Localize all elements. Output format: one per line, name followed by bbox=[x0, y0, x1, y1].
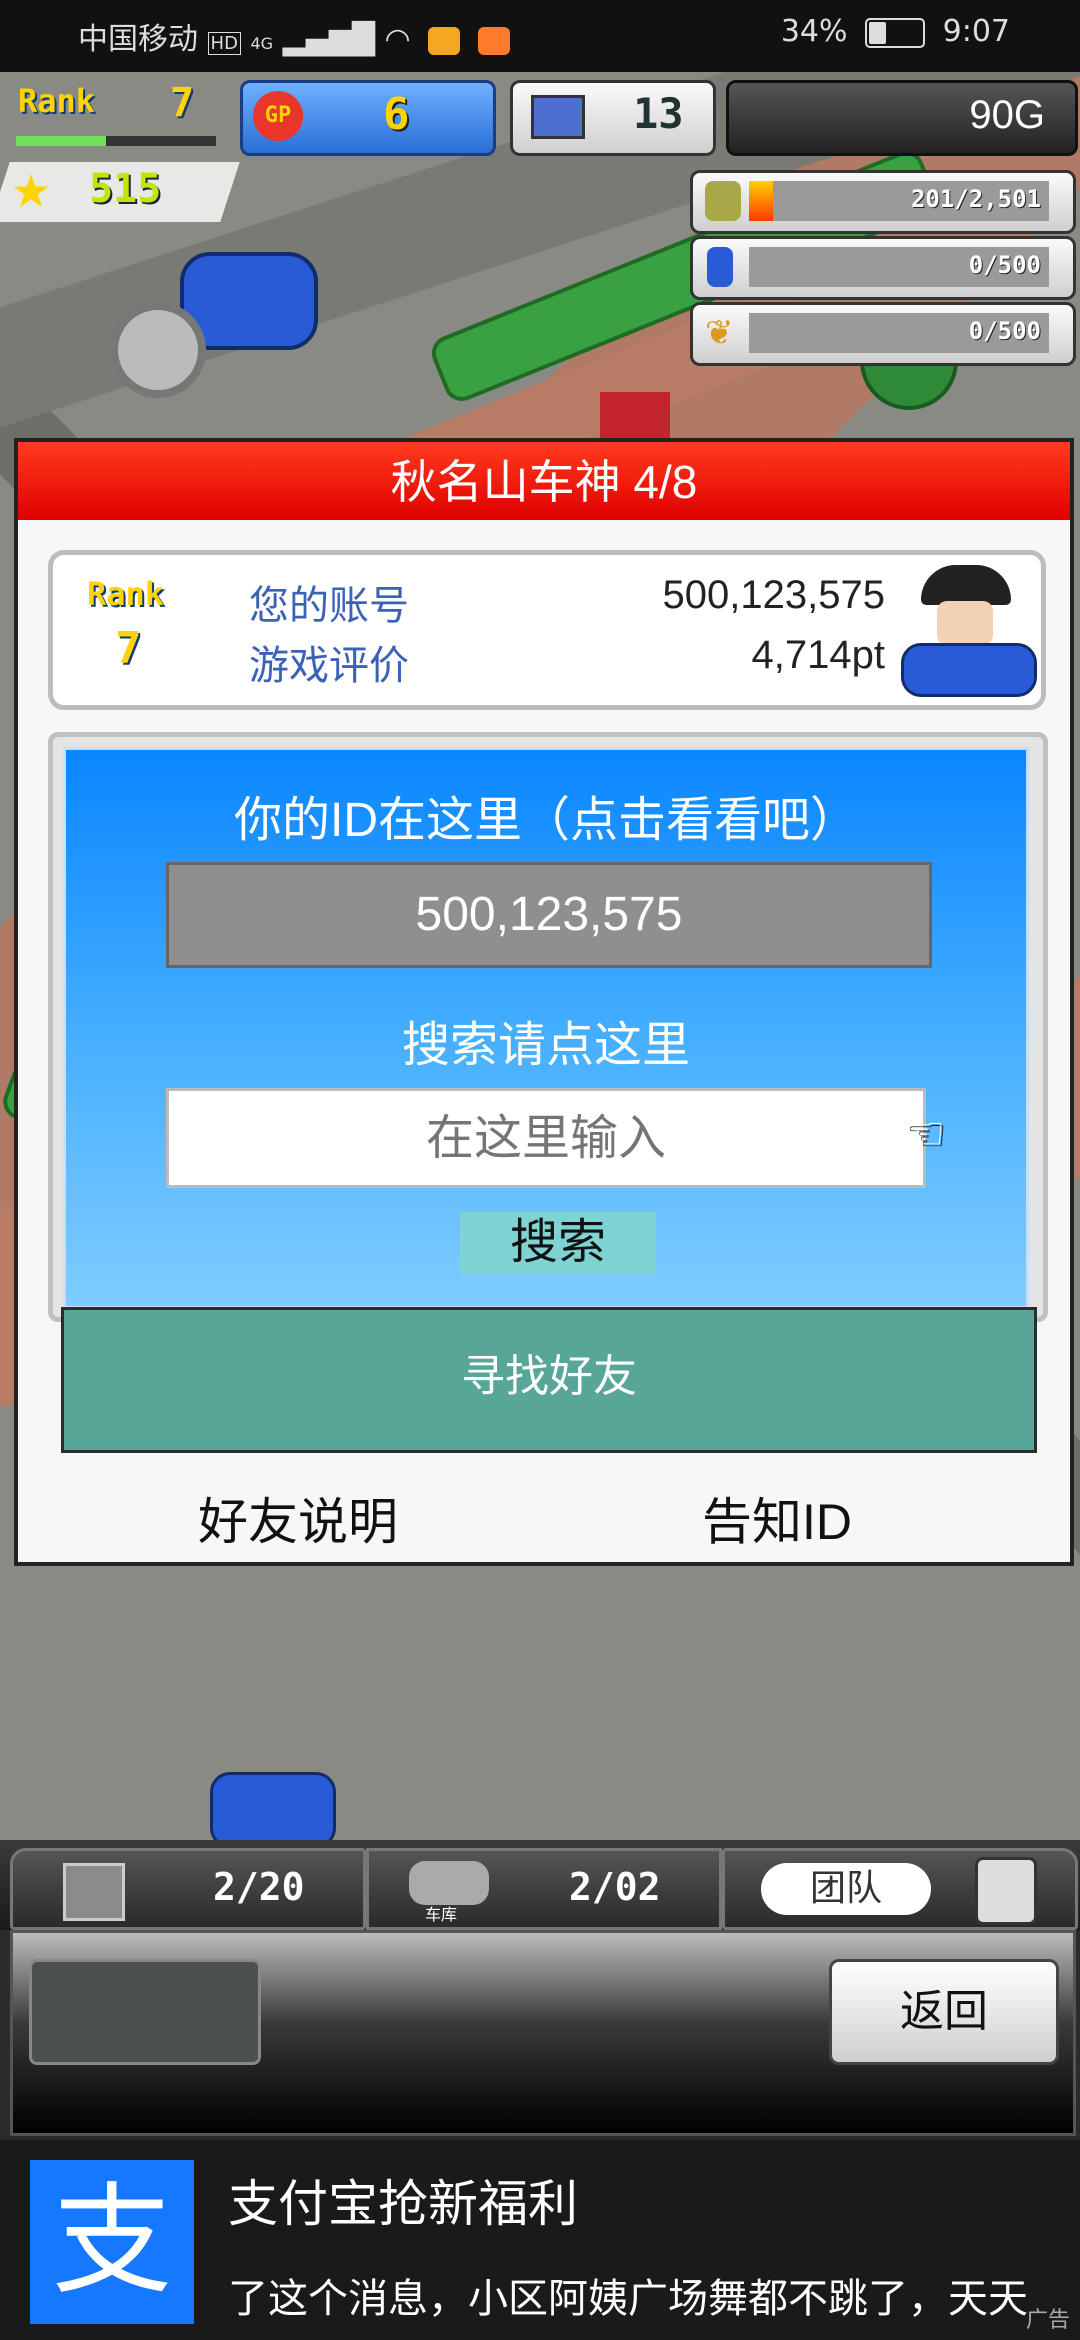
ad-banner[interactable]: 支 支付宝抢新福利 了这个消息，小区阿姨广场舞都不跳了，天天 广告 bbox=[0, 2140, 1080, 2340]
wheat-value: 0/500 bbox=[968, 317, 1041, 345]
id-heading: 你的ID在这里（点击看看吧） bbox=[233, 794, 858, 847]
garage-count: 2/02 bbox=[569, 1865, 661, 1909]
fuel-value: 0/500 bbox=[968, 251, 1041, 279]
gold-value: 90G bbox=[969, 93, 1045, 137]
rank-hud[interactable]: Rank 7 bbox=[10, 80, 216, 150]
ad-text: 了这个消息，小区阿姨广场舞都不跳了，天天 bbox=[228, 2277, 1028, 2321]
star-hud: ★ 515 bbox=[0, 162, 240, 222]
ad-tag: 广告 bbox=[1025, 2307, 1070, 2332]
crate-icon bbox=[63, 1863, 125, 1921]
computer-hud[interactable]: 13 bbox=[510, 80, 716, 156]
coin-resource[interactable]: 201/2,501 bbox=[690, 170, 1076, 234]
back-button[interactable]: 返回 bbox=[829, 1959, 1059, 2065]
gold-hud: 90G bbox=[726, 80, 1078, 156]
gp-icon: GP bbox=[253, 91, 303, 141]
status-right: 34% 9:07 bbox=[781, 14, 1010, 49]
account-label: 您的账号 bbox=[249, 584, 409, 628]
message-panel: 返回 bbox=[10, 1930, 1076, 2136]
star-value: 515 bbox=[88, 166, 162, 212]
coin-value: 201/2,501 bbox=[910, 185, 1041, 213]
rating-label: 游戏评价 bbox=[249, 644, 409, 688]
wifi-icon: ◠ bbox=[384, 22, 411, 57]
search-heading: 搜索请点这里 bbox=[401, 1019, 690, 1072]
battery-percent: 34% bbox=[780, 14, 848, 49]
wheat-icon: ❦ bbox=[705, 313, 734, 353]
id-panel: 你的ID在这里（点击看看吧） 500,123,575 搜索请点这里 ☜ 搜索 寻… bbox=[48, 732, 1048, 1453]
rating-value: 4,714pt bbox=[751, 633, 885, 677]
coin-icon bbox=[705, 181, 741, 221]
message-box bbox=[29, 1959, 261, 2065]
find-friends-label: 寻找好友 bbox=[461, 1352, 637, 1401]
app-notification-icon bbox=[428, 26, 461, 55]
status-left: 中国移动 HD 4G ▂▄▆█ ◠ bbox=[78, 14, 510, 58]
signal-icon: ▂▄▆█ bbox=[282, 22, 375, 57]
rank-label: Rank bbox=[87, 575, 165, 613]
tell-id-link[interactable]: 告知ID bbox=[702, 1482, 852, 1554]
account-card: Rank 7 您的账号 游戏评价 500,123,575 4,714pt bbox=[48, 550, 1046, 710]
gp-hud[interactable]: GP 6 bbox=[240, 80, 496, 156]
garage-slot[interactable]: 车库 2/02 bbox=[366, 1848, 722, 1930]
rank-label: Rank bbox=[18, 82, 96, 120]
staff-avatar-icon bbox=[975, 1857, 1037, 1925]
id-panel-inner: 你的ID在这里（点击看看吧） 500,123,575 搜索请点这里 ☜ 搜索 bbox=[63, 747, 1029, 1309]
computer-value: 13 bbox=[633, 89, 684, 138]
ad-title: 支付宝抢新福利 bbox=[228, 2176, 578, 2232]
car-icon bbox=[409, 1861, 489, 1905]
pirate-racer-avatar bbox=[901, 565, 1037, 697]
team-label: 团队 bbox=[761, 1863, 931, 1915]
wheat-resource[interactable]: ❦ 0/500 bbox=[690, 302, 1076, 366]
storage-slot[interactable]: 2/20 bbox=[10, 1848, 366, 1930]
hd-badge: HD bbox=[207, 32, 241, 55]
clock: 9:07 bbox=[942, 14, 1010, 49]
rank-value: 7 bbox=[115, 623, 142, 674]
gp-value: 6 bbox=[383, 89, 410, 140]
dialog-title: 秋名山车神 4/8 bbox=[18, 442, 1070, 520]
rank-value: 7 bbox=[170, 80, 195, 126]
my-id-box[interactable]: 500,123,575 bbox=[166, 862, 932, 968]
account-value: 500,123,575 bbox=[662, 573, 885, 617]
rank-progress bbox=[16, 136, 216, 146]
app-notification-icon-2 bbox=[477, 26, 510, 55]
network-label: 4G bbox=[250, 34, 274, 53]
team-slot[interactable]: 团队 bbox=[722, 1848, 1078, 1930]
find-friends-button[interactable]: 寻找好友 bbox=[61, 1307, 1037, 1453]
computer-icon bbox=[531, 95, 585, 139]
friend-dialog: 秋名山车神 4/8 Rank 7 您的账号 游戏评价 500,123,575 4… bbox=[14, 438, 1074, 1566]
battery-icon bbox=[865, 17, 926, 48]
fuel-icon bbox=[707, 247, 733, 287]
garage-label: 车库 bbox=[425, 1905, 458, 1924]
pointer-hand-icon: ☜ bbox=[904, 1106, 946, 1160]
tire-icon bbox=[110, 302, 206, 398]
friend-help-link[interactable]: 好友说明 bbox=[198, 1482, 398, 1554]
alipay-logo-icon: 支 bbox=[30, 2160, 194, 2324]
fuel-resource[interactable]: 0/500 bbox=[690, 236, 1076, 300]
search-input[interactable] bbox=[166, 1088, 926, 1188]
storage-count: 2/20 bbox=[213, 1865, 305, 1909]
carrier-label: 中国移动 bbox=[78, 22, 198, 57]
star-icon: ★ bbox=[10, 164, 52, 218]
search-button[interactable]: 搜索 bbox=[460, 1212, 656, 1274]
npc-car[interactable] bbox=[210, 1772, 336, 1842]
status-bar: 中国移动 HD 4G ▂▄▆█ ◠ 34% 9:07 bbox=[0, 0, 1080, 72]
bottom-status-bar: 2/20 车库 2/02 团队 bbox=[0, 1840, 1080, 1930]
